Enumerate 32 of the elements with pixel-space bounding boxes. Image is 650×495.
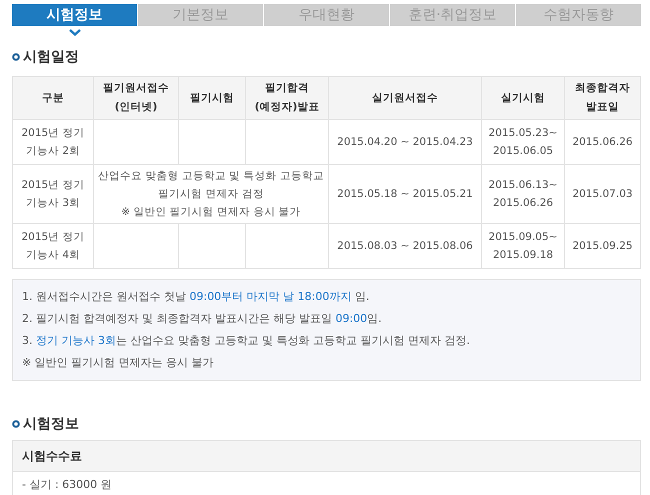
table-cell: 2015.06.26 [564,120,640,164]
note-text: 3. 정기 기능사 3회는 산업수요 맞춤형 고등학교 및 특성화 고등학교 필기시험 면제자 검정. [22,333,471,349]
table-cell: 2015년 정기 기능사 4회 [12,224,94,268]
table-cell: 2015년 정기 기능사 2회 [12,120,94,164]
table-cell: 2015.06.13~ 2015.06.26 [482,164,564,224]
column-header: 실기시험 [482,76,564,120]
table-cell: 2015.05.23~ 2015.06.05 [482,120,564,164]
column-header: 필기시험 [178,76,246,120]
table-cell: 2015.04.20 ~ 2015.04.23 [328,120,482,164]
table-cell: 2015.05.18 ~ 2015.05.21 [328,164,482,224]
note-text: ※ 일반인 필기시험 면제자는 응시 불가 [22,355,215,371]
section-title: 시험정보 [23,415,79,433]
section-title: 시험일정 [23,48,79,66]
column-header: 구분 [12,76,94,120]
column-header: 필기합격 (예정자)발표 [246,76,328,120]
chevron-down-icon [68,28,80,36]
column-header: 필기원서접수 (인터넷) [94,76,178,120]
note-text: 2. 필기시험 합격예정자 및 최종합격자 발표시간은 해당 발표일 09:00임. [22,311,383,327]
tab[interactable]: 시험정보 [12,4,137,26]
table-cell: 2015.08.03 ~ 2015.08.06 [328,224,482,268]
table-cell: 산업수요 맞춤형 고등학교 및 특성화 고등학교 필기시험 면제자 검정 ※ 일반인 필기시험 면제자 응시 불가 [94,164,328,224]
table-cell: 2015.09.05~ 2015.09.18 [482,224,564,268]
fee-title: 시험수수료 [13,441,640,472]
column-header: 실기원서접수 [328,76,482,120]
note-text: 1. 원서접수시간은 원서접수 첫날 09:00부터 마지막 날 18:00까지 임. [22,289,370,305]
fee-text: - 실기 : 63000 원 [13,472,640,495]
table-cell: 2015.09.25 [564,224,640,268]
table-cell: 2015년 정기 기능사 3회 [12,164,94,224]
bullet-icon [12,53,20,61]
table-cell: 2015.07.03 [564,164,640,224]
column-header: 최종합격자 발표일 [564,76,640,120]
bullet-icon [12,420,20,428]
